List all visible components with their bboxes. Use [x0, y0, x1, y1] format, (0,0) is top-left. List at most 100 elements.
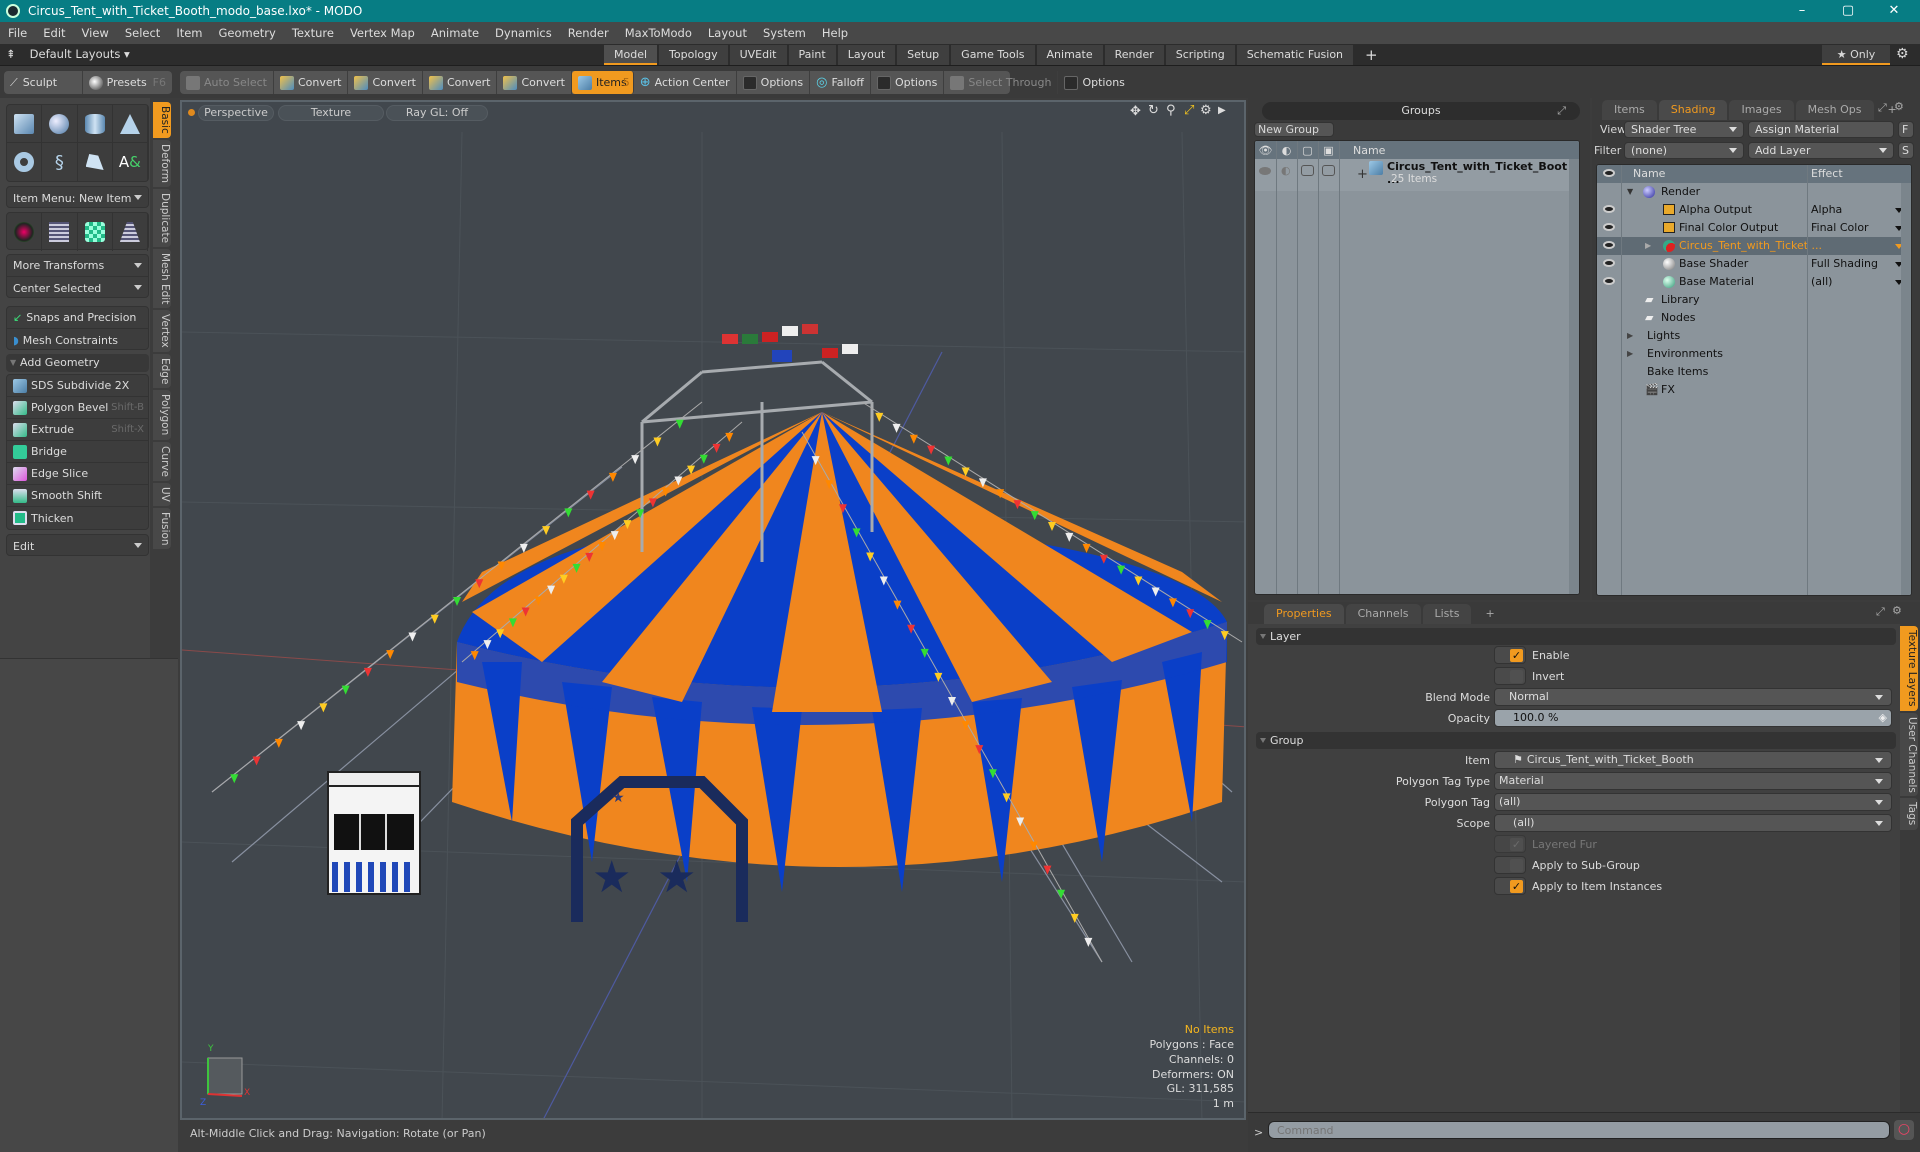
name-column-header[interactable]: Name [1353, 144, 1385, 157]
shader-row-alpha-output[interactable]: Alpha Output Alpha [1597, 201, 1911, 219]
select-toggle[interactable] [1322, 165, 1335, 176]
assign-material-button[interactable]: Assign Material [1748, 121, 1894, 138]
scope-dropdown[interactable]: (all) [1494, 814, 1892, 832]
render-toggle-icon[interactable]: ◐ [1281, 164, 1291, 177]
apply-subgroup-checkbox[interactable] [1494, 856, 1526, 874]
add-geometry-section[interactable]: ▼ Add Geometry [6, 354, 149, 372]
view-dropdown[interactable]: Shader Tree [1624, 121, 1744, 138]
edit-dropdown[interactable]: Edit [7, 535, 148, 557]
shader-row-base-shader[interactable]: Base Shader Full Shading [1597, 255, 1911, 273]
tab-schematic-fusion[interactable]: Schematic Fusion [1236, 45, 1354, 65]
f-button[interactable]: F [1898, 121, 1914, 138]
snaps-precision-button[interactable]: ↙ Snaps and Precision [7, 307, 148, 329]
pen-tool[interactable] [78, 143, 113, 181]
vtab-curve[interactable]: Curve [153, 441, 171, 481]
polygon-bevel-button[interactable]: Polygon Bevel Shift-B [7, 397, 148, 419]
more-transforms-dropdown[interactable]: More Transforms [7, 255, 148, 277]
tab-setup[interactable]: Setup [897, 45, 950, 65]
enable-checkbox[interactable]: ✓ [1494, 646, 1526, 664]
vtab-vertex[interactable]: Vertex [153, 310, 171, 352]
s-button[interactable]: S [1898, 142, 1914, 159]
tab-paint[interactable]: Paint [788, 45, 836, 65]
cone-tool[interactable] [113, 105, 148, 142]
visibility-eye-icon[interactable] [1603, 259, 1615, 267]
vtab-edge[interactable]: Edge [153, 353, 171, 389]
action-center-button[interactable]: ⊕ Action Center [634, 71, 737, 94]
tab-uvedit[interactable]: UVEdit [729, 45, 787, 65]
visibility-column-icon[interactable]: 👁 [1255, 144, 1276, 157]
expand-icon[interactable]: + [1357, 167, 1368, 182]
shader-row-bake-items[interactable]: Bake Items [1597, 363, 1911, 381]
vtab-deform[interactable]: Deform [153, 139, 171, 187]
menu-animate[interactable]: Animate [423, 26, 487, 40]
transform-tool[interactable] [7, 213, 43, 251]
text-tool[interactable]: A& [113, 143, 148, 181]
lock-toggle[interactable] [1301, 165, 1314, 176]
edge-slice-button[interactable]: Edge Slice [7, 463, 148, 485]
menu-render[interactable]: Render [560, 26, 617, 40]
layout-selector[interactable]: ⇞ Default Layouts ▾ [6, 47, 130, 61]
tab-channels[interactable]: Channels [1345, 604, 1421, 624]
tab-lists[interactable]: Lists [1422, 604, 1472, 624]
tab-layout[interactable]: Layout [837, 45, 896, 65]
auto-select-button[interactable]: Auto Select [180, 71, 274, 94]
maximize-panel-icon[interactable]: ⤢ [1876, 605, 1885, 619]
falloff-options-button[interactable]: Options [871, 71, 945, 94]
expand-arrow-icon[interactable]: ▶ [1645, 237, 1651, 255]
maximize-panel-icon[interactable]: ⤢ [1557, 102, 1566, 120]
minimize-button[interactable]: – [1782, 0, 1822, 22]
shader-row-circus-tent-group[interactable]: ▶ Circus_Tent_with_Ticket ... [1597, 237, 1911, 255]
convert-materials-button[interactable]: Convert [497, 71, 572, 94]
maximize-button[interactable]: ▢ [1828, 0, 1868, 22]
record-icon[interactable]: ○ [1894, 1120, 1914, 1140]
menu-texture[interactable]: Texture [284, 26, 342, 40]
menu-vertex-map[interactable]: Vertex Map [342, 26, 423, 40]
add-tab-button[interactable]: + [1473, 604, 1506, 624]
side-tab-texture-layers[interactable]: Texture Layers [1900, 626, 1918, 711]
menu-geometry[interactable]: Geometry [211, 26, 284, 40]
sds-subdivide-button[interactable]: SDS Subdivide 2X [7, 375, 148, 397]
menu-edit[interactable]: Edit [35, 26, 73, 40]
shader-row-environments[interactable]: ▶ Environments [1597, 345, 1911, 363]
collapse-arrow-icon[interactable]: ▼ [1627, 183, 1633, 201]
blend-mode-dropdown[interactable]: Normal [1494, 688, 1892, 706]
action-options-button[interactable]: Options [737, 71, 811, 94]
menu-maxtomodo[interactable]: MaxToModo [617, 26, 700, 40]
lock-column-icon[interactable]: ▢ [1297, 144, 1318, 157]
add-layout-tab-button[interactable]: + [1355, 45, 1388, 65]
panel-settings-icon[interactable]: ⚙ [1892, 604, 1902, 617]
convert-vertices-button[interactable]: Convert [274, 71, 349, 94]
tab-animate[interactable]: Animate [1036, 45, 1103, 65]
shader-row-fx[interactable]: 🎬 FX [1597, 381, 1911, 399]
menu-item[interactable]: Item [168, 26, 210, 40]
item-menu-dropdown[interactable]: Item Menu: New Item [7, 187, 148, 209]
add-layer-dropdown[interactable]: Add Layer [1748, 142, 1894, 159]
center-selected-dropdown[interactable]: Center Selected [7, 277, 148, 299]
apply-instances-checkbox[interactable]: ✓ [1494, 877, 1526, 895]
menu-select[interactable]: Select [117, 26, 168, 40]
menu-layout[interactable]: Layout [700, 26, 755, 40]
visibility-toggle-icon[interactable] [1259, 167, 1271, 175]
menu-file[interactable]: File [0, 26, 35, 40]
select-column-icon[interactable]: ▣ [1318, 144, 1339, 157]
vtab-basic[interactable]: Basic [153, 102, 171, 138]
tab-topology[interactable]: Topology [659, 45, 728, 65]
tab-images[interactable]: Images [1729, 100, 1794, 120]
tab-render[interactable]: Render [1104, 45, 1164, 65]
visibility-eye-icon[interactable] [1603, 241, 1615, 249]
sphere-tool[interactable] [42, 105, 78, 142]
3d-viewport[interactable]: Perspective Texture Ray GL: Off ✥ ↻ ⚲ ⤢ … [180, 100, 1246, 1120]
menu-system[interactable]: System [755, 26, 814, 40]
opacity-field[interactable]: 100.0 % ◈ [1494, 709, 1892, 727]
vtab-duplicate[interactable]: Duplicate [153, 188, 171, 247]
tab-shading[interactable]: Shading [1658, 100, 1728, 120]
group-row[interactable]: ◐ + Circus_Tent_with_Ticket_Boot ... 25 … [1255, 159, 1579, 191]
expand-arrow-icon[interactable]: ▶ [1627, 327, 1633, 345]
maximize-panel-icon[interactable]: ⤢ [1878, 101, 1887, 115]
vtab-mesh-edit[interactable]: Mesh Edit [153, 248, 171, 309]
menu-dynamics[interactable]: Dynamics [487, 26, 560, 40]
invert-checkbox[interactable] [1494, 667, 1526, 685]
cylinder-tool[interactable] [78, 105, 113, 142]
falloff-button[interactable]: ◎ Falloff [810, 71, 871, 94]
tab-game-tools[interactable]: Game Tools [951, 45, 1035, 65]
